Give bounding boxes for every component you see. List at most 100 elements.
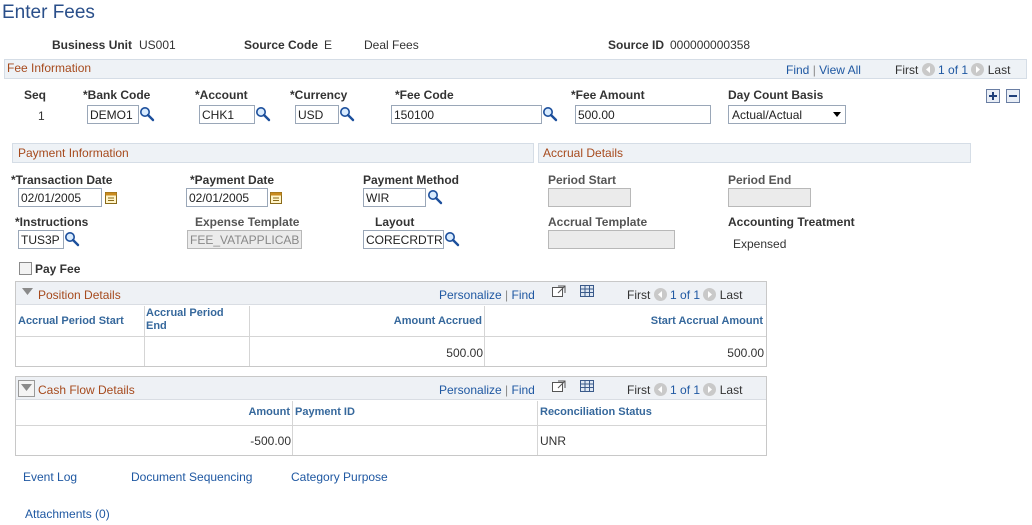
column-header: Reconciliation Status [540, 406, 652, 418]
payment-method-input[interactable]: WIR [363, 188, 426, 207]
position-first: First [627, 288, 651, 302]
fee-amount-input[interactable]: 500.00 [575, 105, 711, 124]
fee-info-bar [4, 59, 1027, 79]
download-grid-icon[interactable] [580, 285, 594, 297]
fee-code-label: *Fee Code [395, 88, 454, 102]
document-sequencing-link[interactable]: Document Sequencing [131, 470, 252, 484]
business-unit-value: US001 [139, 38, 176, 52]
row-divider [16, 336, 766, 337]
payment-method-label: Payment Method [363, 173, 460, 187]
previous-icon[interactable] [921, 63, 935, 76]
fee-info-title: Fee Information [7, 61, 92, 75]
currency-lookup-icon[interactable] [339, 106, 355, 122]
previous-icon[interactable] [653, 383, 667, 396]
source-code-label: Source Code [244, 38, 319, 52]
period-start-label: Period Start [548, 173, 617, 187]
position-personalize-link[interactable]: Personalize [439, 288, 502, 302]
period-start-input [548, 188, 631, 207]
cash-flow-personalize-link[interactable]: Personalize [439, 383, 502, 397]
column-header: Amount Accrued [393, 315, 482, 327]
pay-fee-label: Pay Fee [35, 262, 81, 276]
fee-code-lookup-icon[interactable] [542, 106, 558, 122]
attachments-link[interactable]: Attachments (0) [25, 507, 110, 521]
page-title: Enter Fees [2, 2, 95, 23]
account-lookup-icon[interactable] [255, 106, 271, 122]
next-icon[interactable] [971, 63, 985, 76]
amount-accrued-cell: 500.00 [446, 346, 483, 360]
day-count-basis-select[interactable]: Actual/Actual [728, 105, 846, 124]
view-all-popup-icon[interactable] [552, 285, 566, 297]
transaction-date-input[interactable]: 02/01/2005 [18, 188, 102, 207]
previous-icon[interactable] [653, 288, 667, 301]
fee-amount-label: *Fee Amount [571, 88, 645, 102]
view-all-popup-icon[interactable] [552, 380, 566, 392]
expense-template-label: Expense Template [195, 215, 300, 229]
accrual-template-label: Accrual Template [548, 215, 648, 229]
layout-lookup-icon[interactable] [444, 231, 460, 247]
column-header: Accrual Period End [146, 307, 224, 332]
source-code-desc: Deal Fees [364, 38, 419, 52]
reconciliation-status-cell: UNR [540, 434, 566, 448]
accounting-treatment-label: Accounting Treatment [728, 215, 855, 229]
day-count-basis-value: Actual/Actual [732, 108, 803, 122]
account-input[interactable]: CHK1 [199, 105, 255, 124]
transaction-date-label: *Transaction Date [11, 173, 113, 187]
expand-collapse-button[interactable] [18, 380, 35, 397]
column-header: Payment ID [295, 406, 355, 418]
collapse-icon[interactable] [21, 287, 34, 296]
column-divider [292, 401, 293, 455]
column-header: Amount [248, 406, 290, 418]
payment-date-input[interactable]: 02/01/2005 [186, 188, 268, 207]
payment-info-title: Payment Information [18, 146, 129, 160]
category-purpose-link[interactable]: Category Purpose [291, 470, 388, 484]
cash-flow-find-link[interactable]: Find [512, 383, 535, 397]
currency-input[interactable]: USD [295, 105, 339, 124]
download-grid-icon[interactable] [580, 380, 594, 392]
fee-info-count: 1 of 1 [938, 63, 969, 77]
column-divider [537, 401, 538, 455]
instructions-input[interactable]: TUS3P [18, 230, 64, 249]
bank-code-lookup-icon[interactable] [139, 106, 155, 122]
column-header: Accrual Period Start [18, 315, 124, 327]
payment-method-lookup-icon[interactable] [427, 189, 443, 205]
column-header: Start Accrual Amount [650, 315, 763, 327]
calendar-icon[interactable] [270, 191, 282, 204]
cash-flow-last: Last [719, 383, 743, 397]
expense-template-input: FEE_VATAPPLICAB [187, 230, 302, 249]
fee-info-view-all-link[interactable]: View All [819, 63, 861, 77]
fee-info-first: First [895, 63, 919, 77]
next-icon[interactable] [703, 288, 717, 301]
position-details-title: Position Details [38, 288, 121, 302]
next-icon[interactable] [703, 383, 717, 396]
calendar-icon[interactable] [105, 191, 117, 204]
pay-fee-checkbox[interactable] [19, 262, 32, 275]
seq-label: Seq [24, 88, 47, 102]
column-divider [484, 306, 485, 366]
instructions-lookup-icon[interactable] [64, 231, 80, 247]
position-count: 1 of 1 [670, 288, 701, 302]
row-divider [16, 425, 766, 426]
event-log-link[interactable]: Event Log [23, 470, 77, 484]
fee-code-input[interactable]: 150100 [391, 105, 542, 124]
position-last: Last [719, 288, 743, 302]
period-end-label: Period End [728, 173, 792, 187]
currency-label: *Currency [290, 88, 348, 102]
accounting-treatment-value: Expensed [733, 237, 787, 251]
add-row-button[interactable] [986, 89, 1000, 103]
source-code-value: E [324, 38, 333, 52]
accrual-template-input [548, 230, 675, 249]
bank-code-input[interactable]: DEMO1 [87, 105, 139, 124]
period-end-input [728, 188, 811, 207]
business-unit-label: Business Unit [52, 38, 133, 52]
delete-row-button[interactable] [1006, 89, 1020, 103]
cash-flow-title: Cash Flow Details [38, 383, 135, 397]
position-find-link[interactable]: Find [512, 288, 535, 302]
cash-flow-first: First [627, 383, 651, 397]
source-id-value: 000000000358 [670, 38, 751, 52]
fee-info-find-link[interactable]: Find [786, 63, 809, 77]
cash-flow-count: 1 of 1 [670, 383, 701, 397]
layout-input[interactable]: CORECRDTR [363, 230, 444, 249]
amount-cell: -500.00 [250, 434, 291, 448]
accrual-details-title: Accrual Details [543, 146, 624, 160]
payment-date-label: *Payment Date [190, 173, 275, 187]
